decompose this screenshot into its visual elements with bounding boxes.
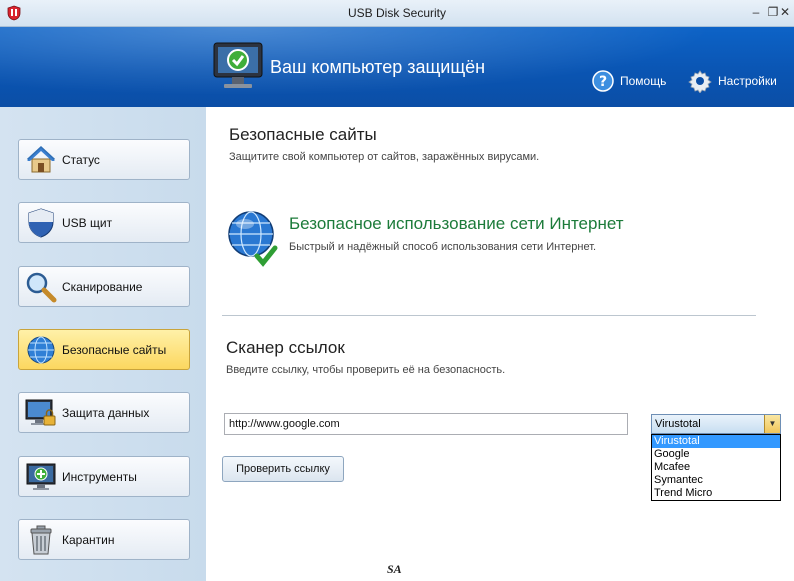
watermark: SA <box>387 562 402 576</box>
sidebar-item-usb-shield[interactable]: USB щит <box>18 202 190 243</box>
sidebar-item-status[interactable]: Статус <box>18 139 190 180</box>
scan-engine-option[interactable]: Trend Micro <box>652 487 780 500</box>
sidebar-item-label: Статус <box>62 152 100 167</box>
magnifier-icon <box>26 272 57 302</box>
settings-label: Настройки <box>718 74 777 88</box>
sidebar-item-label: Инструменты <box>62 469 137 484</box>
house-icon <box>26 145 56 172</box>
trash-icon <box>30 525 52 554</box>
link-scanner-description: Введите ссылку, чтобы проверить её на бе… <box>226 364 506 376</box>
minimize-button[interactable]: – <box>745 3 767 21</box>
divider <box>222 315 756 316</box>
scan-engine-option[interactable]: Google <box>652 448 780 461</box>
safe-globe-icon <box>228 211 278 267</box>
scan-engine-selected: Virustotal <box>655 418 701 430</box>
sidebar-item-quarantine[interactable]: Карантин <box>18 519 190 560</box>
shield-icon <box>28 207 54 238</box>
sidebar-item-scan[interactable]: Сканирование <box>18 266 190 307</box>
section-description: Защитите свой компьютер от сайтов, зараж… <box>229 151 540 163</box>
protected-monitor-icon <box>213 42 263 88</box>
monitor-tools-icon <box>26 463 56 490</box>
sidebar-item-label: Карантин <box>62 532 115 547</box>
scan-engine-select[interactable]: Virustotal ▼ <box>651 414 781 434</box>
url-input[interactable] <box>224 413 628 435</box>
chevron-down-icon[interactable]: ▼ <box>764 415 780 433</box>
protection-status-title: Ваш компьютер защищён <box>270 57 486 77</box>
feature-title: Безопасное использование сети Интернет <box>289 214 624 233</box>
help-label: Помощь <box>620 74 667 88</box>
help-button[interactable]: ? Помощь <box>592 68 666 94</box>
window-title: USB Disk Security <box>347 6 447 20</box>
sidebar-item-label: Безопасные сайты <box>62 342 167 357</box>
globe-icon <box>27 336 55 363</box>
settings-button[interactable]: Настройки <box>688 68 777 94</box>
scan-engine-option[interactable]: Mcafee <box>652 461 780 474</box>
scan-engine-option[interactable]: Virustotal <box>652 435 780 448</box>
feature-description: Быстрый и надёжный способ использования … <box>289 241 597 253</box>
check-link-button[interactable]: Проверить ссылку <box>222 456 344 482</box>
sidebar-item-safe-sites[interactable]: Безопасные сайты <box>18 329 190 370</box>
sidebar-item-label: USB щит <box>62 215 113 230</box>
sidebar-item-label: Защита данных <box>62 405 150 420</box>
sidebar-item-label: Сканирование <box>62 279 143 294</box>
close-button[interactable]: ✕ <box>776 3 794 21</box>
section-title: Безопасные сайты <box>229 125 377 144</box>
link-scanner-title: Сканер ссылок <box>226 338 345 357</box>
scan-engine-option[interactable]: Symantec <box>652 474 780 487</box>
gear-icon <box>688 70 712 93</box>
scan-engine-dropdown: Virustotal Google Mcafee Symantec Trend … <box>651 434 781 501</box>
help-icon: ? <box>592 70 614 92</box>
monitor-lock-icon <box>25 399 56 425</box>
svg-text:?: ? <box>599 74 607 90</box>
sidebar-item-tools[interactable]: Инструменты <box>18 456 190 497</box>
sidebar-item-data-protection[interactable]: Защита данных <box>18 392 190 433</box>
